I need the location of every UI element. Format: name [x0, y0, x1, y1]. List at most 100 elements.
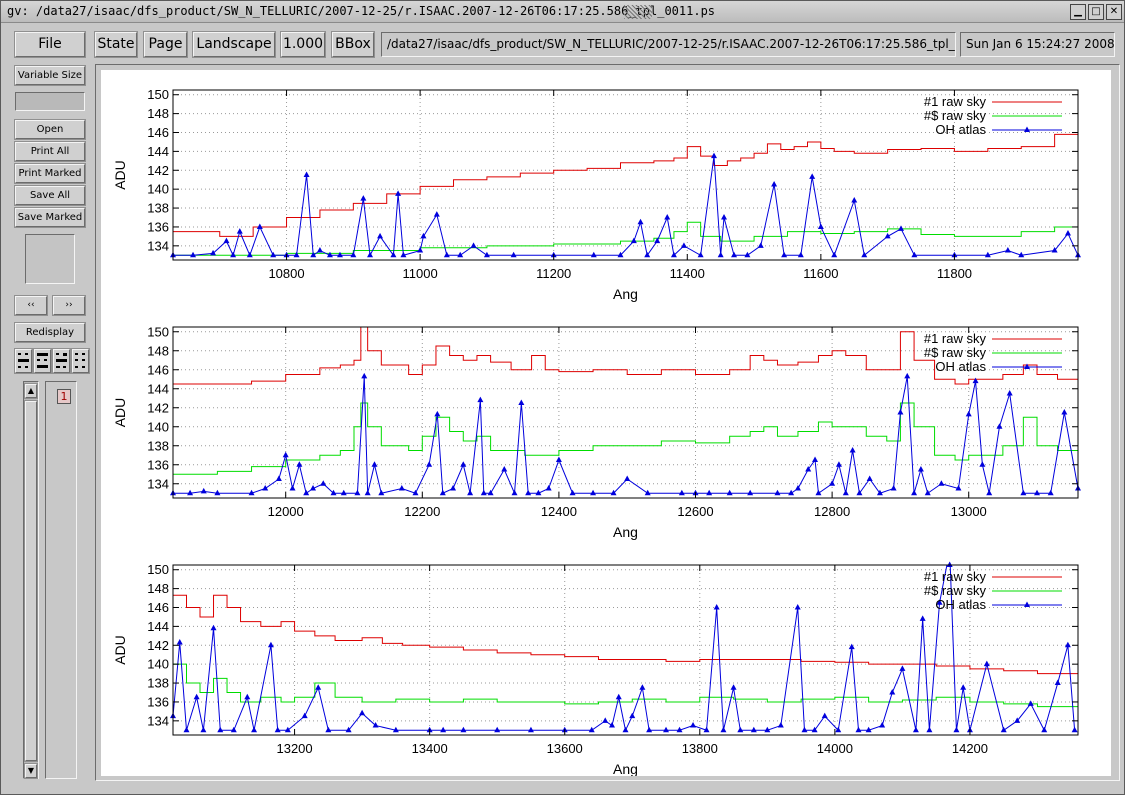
oh-atlas-marker [629, 712, 636, 719]
oh-atlas-marker [289, 485, 296, 491]
save-marked-button[interactable]: Save Marked [15, 208, 85, 227]
oh-atlas-marker [678, 489, 685, 496]
oh-atlas-marker [797, 251, 804, 258]
oh-atlas-marker [330, 489, 337, 496]
unmark-all-icon [75, 353, 85, 368]
orientation-button[interactable]: Landscape [193, 32, 275, 57]
oh-atlas-marker [861, 251, 868, 258]
x-tick-label: 12800 [814, 504, 850, 519]
oh-atlas-marker [434, 410, 441, 417]
toggle-current-icon [56, 353, 67, 368]
legend-label: #$ raw sky [924, 108, 987, 123]
oh-atlas-marker [890, 485, 897, 491]
oh-atlas-marker [377, 232, 384, 239]
y-tick-label: 148 [147, 343, 169, 358]
oh-atlas-marker [637, 218, 644, 225]
unmark-all-button[interactable] [72, 349, 89, 373]
oh-atlas-marker [1027, 700, 1034, 706]
x-axis-label: Ang [613, 761, 638, 776]
bbox-button[interactable]: BBox [332, 32, 374, 57]
oh-atlas-marker [320, 480, 327, 486]
previous-page-button[interactable]: ‹‹ [15, 296, 47, 315]
x-tick-label: 10800 [268, 266, 304, 281]
oh-atlas-marker [812, 456, 819, 462]
oh-atlas-marker [275, 475, 282, 481]
oh-atlas-marker [510, 251, 517, 258]
oh-atlas-marker [602, 717, 609, 723]
file-menu-button[interactable]: File [15, 32, 85, 57]
oh-atlas-marker [494, 726, 501, 733]
print-marked-button[interactable]: Print Marked [15, 164, 85, 183]
oh-atlas-marker [1071, 726, 1078, 733]
oh-atlas-marker [831, 251, 838, 258]
x-tick-label: 12600 [677, 504, 713, 519]
oh-atlas-marker [360, 195, 367, 201]
oh-atlas-marker [965, 410, 972, 417]
oh-atlas-marker [590, 489, 597, 496]
state-menu-button[interactable]: State [95, 32, 137, 57]
oh-atlas-marker [630, 237, 637, 244]
chart-1: 10800 11000 11200 11400 11600 11800 134 136 138 1… [112, 87, 1081, 302]
oh-atlas-marker [960, 684, 967, 690]
page-list[interactable] [45, 381, 77, 779]
oh-atlas-marker [511, 489, 518, 496]
oh-atlas-marker [1004, 247, 1011, 253]
oh-atlas-marker [251, 726, 258, 733]
panner[interactable] [25, 234, 75, 284]
y-tick-label: 136 [147, 219, 169, 234]
close-button[interactable]: ✕ [1106, 4, 1122, 20]
oh-atlas-marker [293, 251, 300, 258]
postscript-page: 10800 11000 11200 11400 11600 11800 134 136 138 1… [101, 70, 1111, 776]
oh-atlas-marker [690, 722, 697, 728]
oh-atlas-marker [525, 489, 532, 496]
redisplay-button[interactable]: Redisplay [15, 323, 85, 342]
save-all-button[interactable]: Save All [15, 186, 85, 205]
print-all-button[interactable]: Print All [15, 142, 85, 161]
oh-atlas-marker [501, 466, 508, 472]
oh-atlas-marker [190, 251, 197, 258]
mark-even-pages-button[interactable] [34, 349, 51, 373]
oh-atlas-marker [282, 451, 289, 458]
oh-atlas-marker [983, 660, 990, 667]
oh-atlas-marker [301, 712, 308, 719]
x-tick-label: 11600 [803, 266, 838, 281]
maximize-button[interactable]: □ [1088, 4, 1104, 20]
oh-atlas-marker [747, 489, 754, 496]
oh-atlas-marker [274, 726, 281, 733]
oh-atlas-marker [717, 251, 724, 258]
scroll-down-arrow[interactable]: ▼ [25, 764, 37, 778]
oh-atlas-marker [710, 152, 717, 159]
variable-size-button[interactable]: Variable Size [15, 66, 85, 85]
zoom-button[interactable]: 1.000 [281, 32, 325, 57]
next-page-button[interactable]: ›› [53, 296, 85, 315]
y-tick-label: 150 [147, 324, 169, 339]
oh-atlas-marker [1041, 726, 1048, 733]
y-tick-label: 150 [147, 562, 169, 577]
oh-atlas-marker [223, 237, 230, 244]
y-tick-label: 134 [147, 476, 169, 491]
scroll-up-arrow[interactable]: ▲ [25, 384, 37, 398]
x-tick-label: 13400 [412, 741, 448, 756]
page-menu-button[interactable]: Page [144, 32, 187, 57]
x-tick-label: 12400 [541, 504, 577, 519]
oh-atlas-marker [340, 489, 347, 496]
scroll-thumb[interactable] [25, 401, 37, 761]
y-tick-label: 148 [147, 106, 169, 121]
oh-atlas-marker [325, 726, 332, 733]
oh-atlas-marker [644, 489, 651, 496]
minimize-button[interactable]: ▁ [1070, 4, 1086, 20]
y-tick-label: 134 [147, 713, 169, 728]
oh-atlas-marker [569, 489, 576, 496]
oh-atlas-marker [721, 214, 728, 220]
oh-atlas-marker [1064, 230, 1071, 236]
oh-atlas-marker [911, 489, 918, 496]
oh-atlas-marker [851, 197, 858, 203]
page-list-item[interactable]: 1 [57, 389, 71, 404]
oh-atlas-marker [911, 251, 918, 258]
mark-odd-pages-button[interactable] [15, 349, 32, 373]
toggle-current-page-button[interactable] [53, 349, 70, 373]
title-bar[interactable]: gv: /data27/isaac/dfs_product/SW_N_TELLU… [1, 1, 1124, 23]
open-button[interactable]: Open [15, 120, 85, 139]
oh-atlas-marker [395, 190, 402, 196]
oh-atlas-marker [731, 251, 738, 258]
